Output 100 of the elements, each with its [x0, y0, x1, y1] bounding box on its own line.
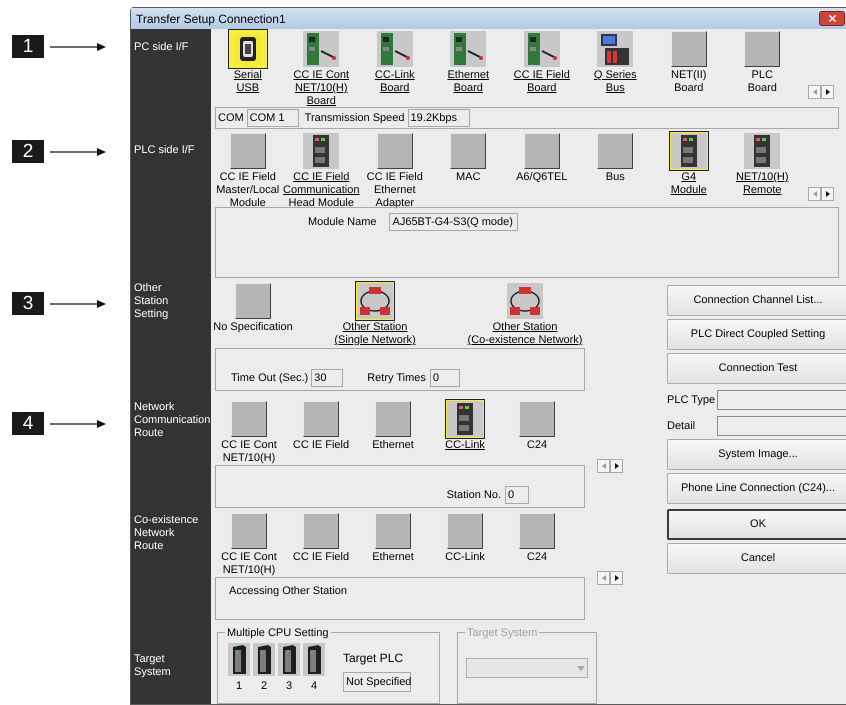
scroll-right-button[interactable]	[821, 187, 834, 201]
right-arrow-icon	[50, 148, 106, 156]
blank-tile-icon	[235, 283, 271, 319]
circuit-board-icon	[524, 31, 560, 67]
interface-option[interactable]: Other Station (Single Network)	[295, 282, 455, 348]
module-name-label: Module Name	[308, 215, 376, 230]
field-label: Detail	[667, 418, 696, 434]
module-name-field[interactable]: AJ65BT-G4-S3(Q mode)	[389, 213, 518, 231]
dialog-button[interactable]: System Image...	[667, 439, 846, 470]
interface-option[interactable]: Ethernet	[357, 400, 429, 465]
scroll-right-button[interactable]	[821, 85, 834, 99]
interface-option[interactable]: CC IE Field Communication Head Module	[284, 132, 358, 210]
interface-option[interactable]: CC IE Cont NET/10(H)	[213, 512, 285, 577]
window-title: Transfer Setup Connection1	[136, 10, 286, 28]
interface-option[interactable]: Ethernet	[357, 512, 429, 577]
dialog-button[interactable]: Cancel	[667, 543, 846, 574]
right-triangle-icon	[826, 89, 830, 95]
interface-option[interactable]: PLC Board	[726, 30, 799, 108]
field-label: PLC Type	[667, 392, 716, 408]
interface-option[interactable]: Ethernet Board	[432, 30, 505, 108]
blank-tile-icon	[670, 31, 707, 67]
right-triangle-icon	[826, 191, 830, 197]
interface-option[interactable]: CC IE Cont NET/10(H) Board	[284, 30, 358, 108]
left-triangle-icon	[812, 89, 816, 95]
cpu-icon[interactable]	[228, 643, 250, 676]
interface-option[interactable]: Bus	[578, 132, 652, 210]
blank-tile-icon	[303, 401, 339, 437]
right-arrow-icon	[50, 42, 106, 50]
section-label: PC side I/F	[134, 41, 190, 54]
scroll-right-button[interactable]	[610, 571, 623, 585]
blank-tile-icon	[230, 133, 266, 169]
timeout-label: Time Out (Sec.)	[231, 371, 308, 386]
caret-icon	[577, 666, 585, 670]
interface-option[interactable]: Serial USB	[211, 30, 284, 108]
speed-field[interactable]: 19.2Kbps	[408, 109, 470, 127]
text-field[interactable]	[717, 416, 846, 436]
blank-tile-icon	[519, 401, 555, 437]
dialog-button[interactable]: Connection Test	[667, 353, 846, 384]
interface-option[interactable]: C24	[501, 400, 573, 465]
interface-option[interactable]: G4 Module	[652, 132, 726, 210]
right-triangle-icon	[614, 463, 618, 469]
blank-tile-icon	[447, 513, 483, 549]
dialog-button[interactable]: OK	[667, 509, 846, 540]
cpu-icon[interactable]	[253, 643, 275, 676]
cpu-number: 3	[286, 680, 292, 693]
interface-option[interactable]: CC-Link	[429, 512, 501, 577]
network-icon	[507, 283, 543, 319]
circuit-board-icon	[376, 31, 413, 67]
interface-option[interactable]: CC IE Cont NET/10(H)	[213, 400, 285, 465]
cpu-number: 4	[310, 680, 318, 693]
right-arrow-icon	[50, 300, 106, 308]
retry-field[interactable]: 0	[430, 369, 460, 387]
interface-option[interactable]: CC IE Field Ethernet Adapter	[358, 132, 432, 210]
com-label: COM	[218, 110, 244, 126]
close-button[interactable]	[819, 11, 845, 26]
interface-option[interactable]: Q Series Bus	[578, 30, 652, 108]
group-title: Multiple CPU Setting	[225, 625, 330, 642]
timeout-field[interactable]: 30	[311, 369, 344, 387]
station-number-field[interactable]: 0	[505, 486, 529, 504]
left-triangle-icon	[602, 575, 606, 581]
cpu-icon[interactable]	[278, 643, 300, 676]
interface-option[interactable]: No Specification	[211, 282, 295, 348]
right-arrow-icon	[50, 420, 106, 428]
interface-option[interactable]: CC-Link	[429, 400, 501, 465]
com-field[interactable]: COM 1	[246, 109, 299, 127]
text-field[interactable]	[717, 390, 846, 410]
callout-number: 3	[12, 292, 44, 315]
blank-tile-icon	[597, 133, 634, 169]
blank-tile-icon	[524, 133, 560, 169]
target-plc-label: Target PLC	[343, 650, 404, 667]
dialog-button[interactable]: Phone Line Connection (C24)...	[667, 473, 846, 504]
section-label: Target System	[134, 653, 172, 679]
blank-tile-icon	[375, 513, 411, 549]
interface-option[interactable]: C24	[501, 512, 573, 577]
interface-option[interactable]: CC IE Field	[285, 400, 357, 465]
dialog-button[interactable]: PLC Direct Coupled Setting	[667, 319, 846, 350]
section-label: Co-existence Network Route	[134, 514, 200, 553]
retry-label: Retry Times	[367, 371, 426, 386]
blank-tile-icon	[231, 513, 267, 549]
plc-module-icon	[303, 133, 340, 169]
blank-tile-icon	[519, 513, 555, 549]
interface-option[interactable]: CC IE Field Board	[505, 30, 578, 108]
cpu-icon[interactable]	[303, 643, 325, 676]
interface-option[interactable]: CC IE Field	[285, 512, 357, 577]
speed-label: Transmission Speed	[304, 110, 405, 126]
station-number-label: Station No.	[446, 488, 501, 503]
interface-option[interactable]: NET/10(H) Remote	[726, 132, 799, 210]
scroll-right-button[interactable]	[610, 459, 623, 473]
interface-option[interactable]: CC-Link Board	[358, 30, 432, 108]
interface-option[interactable]: A6/Q6TEL	[505, 132, 578, 210]
plc-module-icon	[744, 133, 780, 169]
interface-option[interactable]: MAC	[432, 132, 505, 210]
interface-option[interactable]: Other Station (Co-existence Network)	[455, 282, 595, 348]
target-plc-field[interactable]: Not Specified	[343, 672, 411, 692]
close-icon	[826, 13, 838, 24]
interface-option[interactable]: NET(II) Board	[652, 30, 726, 108]
callout-number: 2	[12, 140, 44, 163]
dialog-button[interactable]: Connection Channel List...	[667, 285, 846, 316]
interface-option[interactable]: CC IE Field Master/Local Module	[211, 132, 284, 210]
blank-tile-icon	[744, 31, 780, 67]
